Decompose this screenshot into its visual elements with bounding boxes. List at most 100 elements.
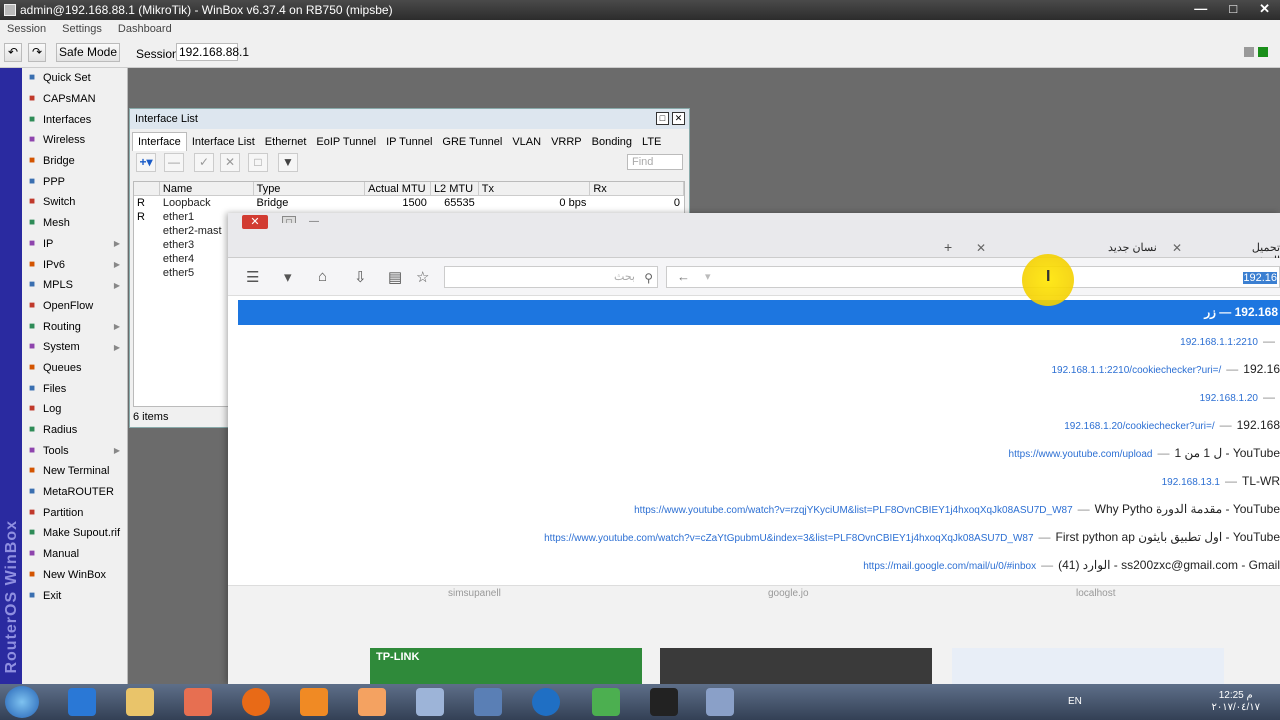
sidebar-item-files[interactable]: ■ Files	[22, 378, 127, 399]
tab-close-icon[interactable]: ✕	[976, 241, 986, 255]
url-suggestion[interactable]: https://www.youtube.com/watch?v=rzqjYKyc…	[634, 495, 1280, 523]
sidebar-item-new-terminal[interactable]: ■ New Terminal	[22, 461, 127, 482]
url-suggestion[interactable]: 192.168.1.20/cookiechecker?uri=/ — 192.168	[1064, 411, 1280, 439]
tab-vlan[interactable]: VLAN	[507, 133, 546, 151]
history-dropdown-icon[interactable]: ▾	[705, 267, 711, 287]
pocket-icon[interactable]: ▾	[284, 268, 292, 286]
sidebar-item-openflow[interactable]: ■ OpenFlow	[22, 296, 127, 317]
filter-icon[interactable]: ▼	[278, 153, 298, 172]
comment-icon[interactable]: □	[248, 153, 268, 172]
col-rx[interactable]: Rx	[590, 182, 685, 195]
col-actual-mtu[interactable]: Actual MTU	[365, 182, 431, 195]
tab-bonding[interactable]: Bonding	[587, 133, 637, 151]
url-suggestion[interactable]: https://www.youtube.com/watch?v=cZaYtGpu…	[544, 523, 1280, 551]
col-name[interactable]: Name	[160, 182, 254, 195]
col-type[interactable]: Type	[254, 182, 366, 195]
sidebar-item-make-supout-rif[interactable]: ■ Make Supout.rif	[22, 523, 127, 544]
maximize-button[interactable]: □	[1229, 0, 1237, 20]
top-site-tile-localhost[interactable]	[952, 648, 1224, 684]
menu-dashboard[interactable]: Dashboard	[118, 20, 172, 38]
top-site-tile-google[interactable]	[660, 648, 932, 684]
remove-icon[interactable]: —	[164, 153, 184, 172]
table-row[interactable]: R Loopback Bridge 1500 65535 0 bps 0	[134, 196, 684, 210]
tab-vrrp[interactable]: VRRP	[546, 133, 587, 151]
tab-ip-tunnel[interactable]: IP Tunnel	[381, 133, 437, 151]
new-tab-icon[interactable]: +	[944, 239, 952, 255]
url-suggestion[interactable]: https://mail.google.com/mail/u/0/#inbox —…	[863, 551, 1280, 579]
firefox-icon[interactable]	[242, 688, 270, 716]
sidebar-item-system[interactable]: ■ System ▶	[22, 337, 127, 358]
menu-session[interactable]: Session	[7, 20, 46, 38]
clock[interactable]: 12:25 م ٢٠١٧/٠٤/١٧	[1211, 690, 1260, 714]
tab-eoip-tunnel[interactable]: EoIP Tunnel	[311, 133, 381, 151]
sidebar-item-wireless[interactable]: ■ Wireless	[22, 130, 127, 151]
sidebar-item-quick-set[interactable]: ■ Quick Set	[22, 68, 127, 89]
sidebar-item-ppp[interactable]: ■ PPP	[22, 171, 127, 192]
library-icon[interactable]: ▤	[388, 268, 402, 286]
tab-ethernet[interactable]: Ethernet	[260, 133, 312, 151]
tab-interface-list[interactable]: Interface List	[187, 133, 260, 151]
sidebar-item-mesh[interactable]: ■ Mesh	[22, 213, 127, 234]
search-input[interactable]: بحث ⚲	[444, 266, 658, 288]
sidebar-item-ipv6[interactable]: ■ IPv6 ▶	[22, 254, 127, 275]
sidebar-item-tools[interactable]: ■ Tools ▶	[22, 440, 127, 461]
url-bar[interactable]: ← ▾ 192.16	[666, 266, 1280, 288]
start-button[interactable]	[5, 686, 39, 718]
calculator-icon[interactable]	[416, 688, 444, 716]
media-player-icon[interactable]	[184, 688, 212, 716]
phone-app-icon[interactable]	[532, 688, 560, 716]
download-icon[interactable]: ⇩	[354, 268, 367, 286]
suggestion-header[interactable]: 192.168 — زر	[238, 300, 1280, 325]
bookmark-star-icon[interactable]: ☆	[416, 268, 429, 286]
menu-icon[interactable]: ☰	[246, 268, 259, 286]
sidebar-item-switch[interactable]: ■ Switch	[22, 192, 127, 213]
explorer-icon[interactable]	[126, 688, 154, 716]
window-close-icon[interactable]: ✕	[672, 112, 685, 125]
add-icon[interactable]: +▾	[136, 153, 156, 172]
session-field[interactable]: 192.168.88.1	[176, 43, 249, 61]
sidebar-item-metarouter[interactable]: ■ MetaROUTER	[22, 482, 127, 503]
window-maximize-icon[interactable]: □	[656, 112, 669, 125]
minimize-button[interactable]: —	[1194, 0, 1207, 20]
interface-list-titlebar[interactable]: Interface List □ ✕	[130, 109, 689, 129]
home-icon[interactable]: ⌂	[318, 268, 327, 285]
sidebar-item-partition[interactable]: ■ Partition	[22, 502, 127, 523]
enable-icon[interactable]: ✓	[194, 153, 214, 172]
app-orange2-icon[interactable]	[358, 688, 386, 716]
find-input[interactable]: Find	[627, 154, 683, 170]
sidebar-item-interfaces[interactable]: ■ Interfaces	[22, 109, 127, 130]
sidebar-item-bridge[interactable]: ■ Bridge	[22, 151, 127, 172]
tab-interface[interactable]: Interface	[132, 132, 187, 151]
redo-button[interactable]: ↷	[28, 43, 46, 62]
url-suggestion[interactable]: https://www.youtube.com/upload — ل 1 من 1 …	[1009, 439, 1280, 467]
sidebar-item-capsman[interactable]: ■ CAPsMAN	[22, 89, 127, 110]
sidebar-item-radius[interactable]: ■ Radius	[22, 420, 127, 441]
star-app-icon[interactable]	[650, 688, 678, 716]
tab-gre-tunnel[interactable]: GRE Tunnel	[437, 133, 507, 151]
safe-mode-button[interactable]: Safe Mode	[56, 43, 120, 62]
sidebar-item-manual[interactable]: ■ Manual	[22, 544, 127, 565]
menu-settings[interactable]: Settings	[62, 20, 102, 38]
disable-icon[interactable]: ✕	[220, 153, 240, 172]
url-suggestion[interactable]: 192.168.13.1 — TL-WR	[1162, 467, 1280, 495]
col-tx[interactable]: Tx	[479, 182, 591, 195]
url-suggestion[interactable]: 192.168.1.1:2210 —	[1180, 327, 1280, 355]
winbox-task-icon[interactable]	[706, 688, 734, 716]
app-orange-icon[interactable]	[300, 688, 328, 716]
undo-button[interactable]: ↶	[4, 43, 22, 62]
sidebar-item-exit[interactable]: ■ Exit	[22, 585, 127, 606]
url-suggestion[interactable]: 192.168.1.1:2210/cookiechecker?uri=/ — 192…	[1051, 355, 1280, 383]
col-l2-mtu[interactable]: L2 MTU	[431, 182, 479, 195]
sidebar-item-routing[interactable]: ■ Routing ▶	[22, 316, 127, 337]
browser-close-button[interactable]: ✕	[242, 215, 268, 229]
sidebar-item-ip[interactable]: ■ IP ▶	[22, 234, 127, 255]
ie-icon[interactable]	[68, 688, 96, 716]
url-suggestion[interactable]: 192.168.1.20 —	[1200, 383, 1280, 411]
tab-close-icon[interactable]: ✕	[1172, 241, 1182, 255]
sidebar-item-new-winbox[interactable]: ■ New WinBox	[22, 565, 127, 586]
sidebar-item-log[interactable]: ■ Log	[22, 399, 127, 420]
back-arrow-icon[interactable]: ←	[677, 267, 690, 287]
tab-lte[interactable]: LTE	[637, 133, 666, 151]
language-indicator[interactable]: EN	[1068, 696, 1082, 707]
sidebar-item-queues[interactable]: ■ Queues	[22, 358, 127, 379]
